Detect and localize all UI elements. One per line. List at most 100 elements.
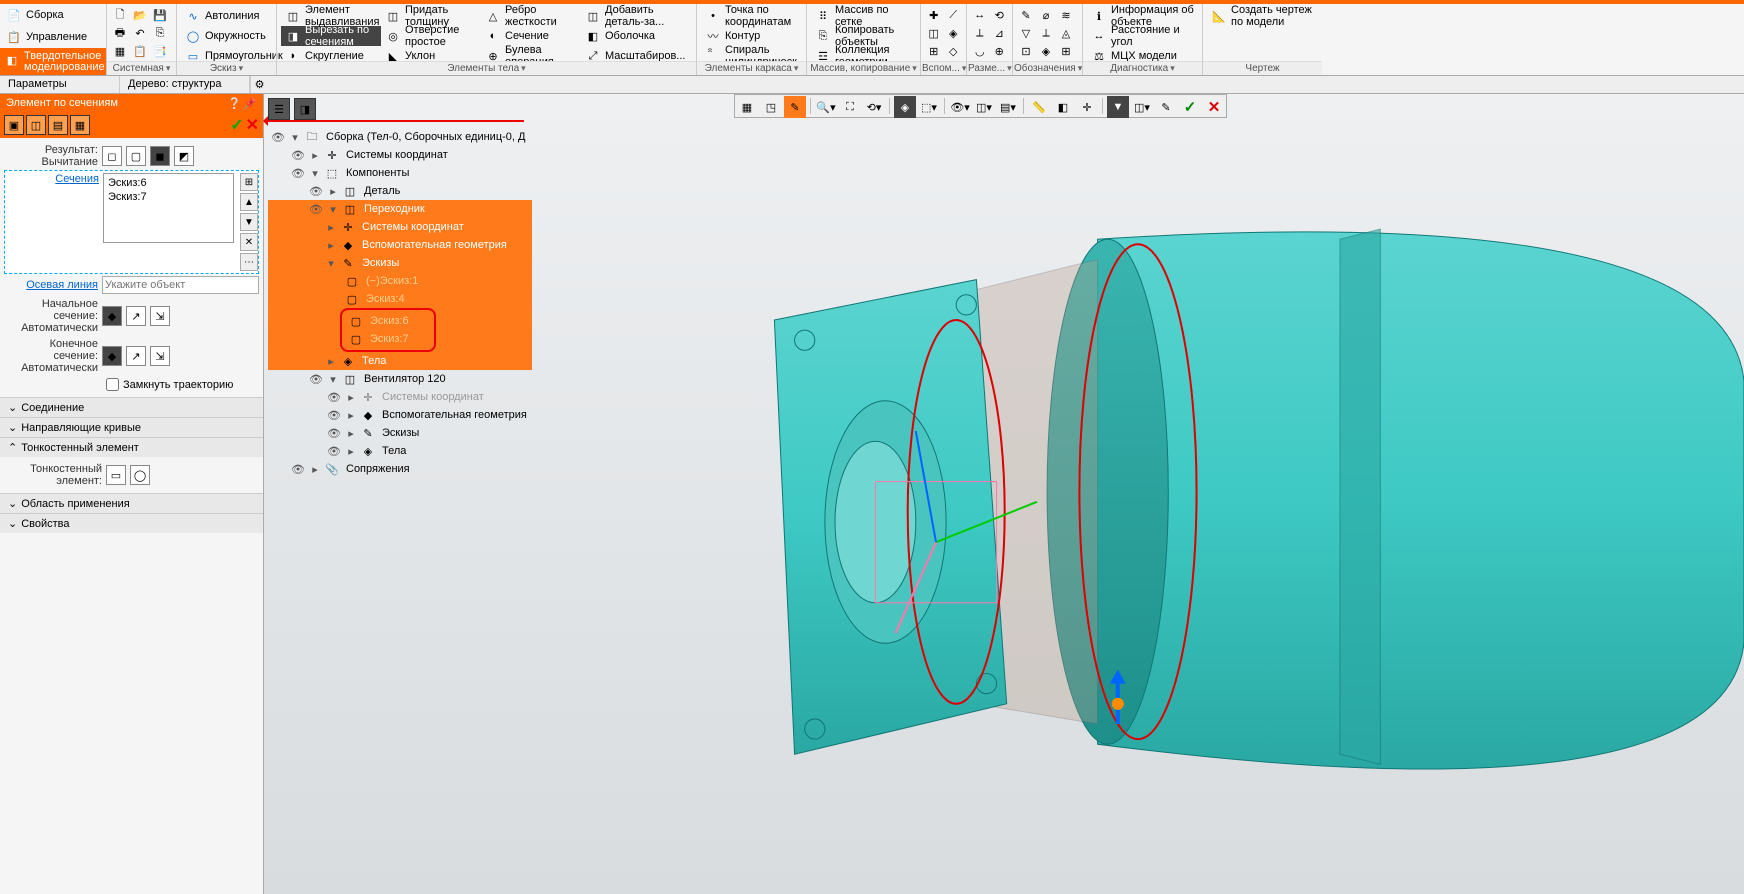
vt-hide-icon[interactable]: 👁▾: [949, 96, 971, 118]
management-button[interactable]: 📋Управление: [0, 26, 106, 48]
acc-connection[interactable]: ⌄Соединение: [0, 397, 263, 417]
eye-icon[interactable]: 👁: [270, 129, 286, 145]
aux-footer[interactable]: Вспом...: [921, 61, 966, 75]
print-icon[interactable]: 🖶: [111, 24, 129, 42]
vt-fit-icon[interactable]: ⛶: [839, 96, 861, 118]
vt-grid-icon[interactable]: ▦: [736, 96, 758, 118]
aux-b6[interactable]: ◇: [945, 42, 963, 60]
tree-sk7[interactable]: Эскиз:7: [368, 333, 411, 345]
vt-filter-icon[interactable]: ▼: [1107, 96, 1129, 118]
props-icon[interactable]: 📑: [151, 42, 169, 60]
tree-auxgeom2[interactable]: Вспомогательная геометрия: [380, 409, 529, 421]
open-icon[interactable]: 📂: [131, 6, 149, 24]
vt-apply-icon[interactable]: ✓: [1179, 96, 1201, 118]
list-del-icon[interactable]: ✕: [240, 233, 258, 251]
grid-icon[interactable]: ▦: [111, 42, 129, 60]
tree-bodies2[interactable]: Тела: [380, 445, 408, 457]
shell-button[interactable]: ◧Оболочка: [581, 26, 691, 46]
thicken-button[interactable]: ◫Придать толщину: [381, 6, 481, 26]
result-opt1[interactable]: ◻: [102, 146, 122, 166]
section-item[interactable]: Эскиз:6: [108, 176, 229, 190]
dist-angle-button[interactable]: ↔Расстояние и угол: [1087, 26, 1198, 46]
list-add-icon[interactable]: ⊞: [240, 173, 258, 191]
vt-layers-icon[interactable]: ▤▾: [997, 96, 1019, 118]
system-footer[interactable]: Системная: [107, 61, 176, 75]
cut-by-sections-button[interactable]: ◨Вырезать по сечениям: [281, 26, 381, 46]
pt-mode3[interactable]: ▤: [48, 115, 68, 135]
aux-b1[interactable]: ✚: [925, 6, 943, 24]
vt-rotate-icon[interactable]: ⟲▾: [863, 96, 885, 118]
result-opt3[interactable]: ◼: [150, 146, 170, 166]
create-drawing-button[interactable]: 📐Создать чертеж по модели: [1207, 6, 1318, 26]
dim-b1[interactable]: ↔: [971, 6, 989, 24]
ann-b9[interactable]: ⊞: [1057, 42, 1075, 60]
section-item[interactable]: Эскиз:7: [108, 190, 229, 204]
eye-icon[interactable]: 👁: [326, 389, 342, 405]
help-icon[interactable]: ❔: [228, 97, 242, 110]
vt-select-icon[interactable]: ◫▾: [1131, 96, 1153, 118]
thin-opt2[interactable]: ◯: [130, 465, 150, 485]
hole-button[interactable]: ◎Отверстие простое: [381, 26, 481, 46]
sketch-footer[interactable]: Эскиз: [177, 61, 276, 75]
tree-auxgeom[interactable]: Вспомогательная геометрия: [360, 239, 509, 251]
dim-b6[interactable]: ⊕: [991, 42, 1009, 60]
vt-wireframe-icon[interactable]: ⬚▾: [918, 96, 940, 118]
cancel-icon[interactable]: ✕: [246, 115, 259, 135]
pt-mode4[interactable]: ▦: [70, 115, 90, 135]
frame-footer[interactable]: Элементы каркаса: [697, 61, 806, 75]
tree-sk6[interactable]: Эскиз:6: [368, 315, 411, 327]
acc-props[interactable]: ⌄Свойства: [0, 513, 263, 533]
list-more-icon[interactable]: ⋯: [240, 253, 258, 271]
eye-icon[interactable]: 👁: [290, 147, 306, 163]
tree-adapter[interactable]: Переходник: [362, 203, 427, 215]
acc-scope[interactable]: ⌄Область применения: [0, 493, 263, 513]
list-up-icon[interactable]: ▲: [240, 193, 258, 211]
undo-icon[interactable]: ↶: [131, 24, 149, 42]
tree-sketches[interactable]: Эскизы: [360, 257, 401, 269]
vt-measure-icon[interactable]: 📏: [1028, 96, 1050, 118]
new-icon[interactable]: 🗋: [111, 6, 129, 24]
vt-cancel-icon[interactable]: ✕: [1203, 96, 1225, 118]
thin-opt1[interactable]: ▭: [106, 465, 126, 485]
tree-mates[interactable]: Сопряжения: [344, 463, 412, 475]
ann-b1[interactable]: ✎: [1017, 6, 1035, 24]
close-path-checkbox[interactable]: [106, 378, 119, 391]
sections-link[interactable]: Сечения: [55, 173, 99, 185]
result-opt4[interactable]: ◩: [174, 146, 194, 166]
vt-section-icon[interactable]: ◫▾: [973, 96, 995, 118]
result-opt2[interactable]: ▢: [126, 146, 146, 166]
copy-icon[interactable]: ⎘: [151, 24, 169, 42]
vt-sketch-icon[interactable]: ✎: [784, 96, 806, 118]
tree-sk1[interactable]: (−)Эскиз:1: [364, 275, 420, 287]
add-part-button[interactable]: ◫Добавить деталь-за...: [581, 6, 691, 26]
point-button[interactable]: •Точка по координатам: [701, 6, 802, 26]
pin-icon[interactable]: 📌: [243, 97, 257, 110]
aux-b2[interactable]: ⟋: [945, 6, 963, 24]
dim-b2[interactable]: ⟲: [991, 6, 1009, 24]
panel-gear-icon[interactable]: ⚙: [250, 76, 268, 93]
tree-csys[interactable]: Системы координат: [344, 149, 450, 161]
tree-fan[interactable]: Вентилятор 120: [362, 373, 448, 385]
copy-objects-button[interactable]: ⎘Копировать объекты: [811, 26, 916, 46]
tree-mode1[interactable]: ☰: [268, 98, 290, 120]
dim-b4[interactable]: ⊿: [991, 24, 1009, 42]
tree-bodies[interactable]: Тела: [360, 355, 388, 367]
list-down-icon[interactable]: ▼: [240, 213, 258, 231]
eye-icon[interactable]: 👁: [326, 407, 342, 423]
paste-icon[interactable]: 📋: [131, 42, 149, 60]
tree-tab[interactable]: Дерево: структура: [120, 76, 250, 93]
acc-guides[interactable]: ⌄Направляющие кривые: [0, 417, 263, 437]
ann-b3[interactable]: ≋: [1057, 6, 1075, 24]
tree-root[interactable]: Сборка (Тел-0, Сборочных единиц-0, Д: [324, 131, 527, 143]
vt-display-icon[interactable]: ◈: [894, 96, 916, 118]
start-opt1[interactable]: ◆: [102, 306, 122, 326]
ann-b7[interactable]: ⊡: [1017, 42, 1035, 60]
annot-footer[interactable]: Обозначения: [1013, 61, 1082, 75]
vt-planes-icon[interactable]: ◧: [1052, 96, 1074, 118]
tree-csys2[interactable]: Системы координат: [360, 221, 466, 233]
eye-icon[interactable]: 👁: [308, 371, 324, 387]
tree-components[interactable]: Компоненты: [344, 167, 411, 179]
aux-b4[interactable]: ◈: [945, 24, 963, 42]
grid-array-button[interactable]: ⠿Массив по сетке: [811, 6, 916, 26]
save-icon[interactable]: 💾: [151, 6, 169, 24]
